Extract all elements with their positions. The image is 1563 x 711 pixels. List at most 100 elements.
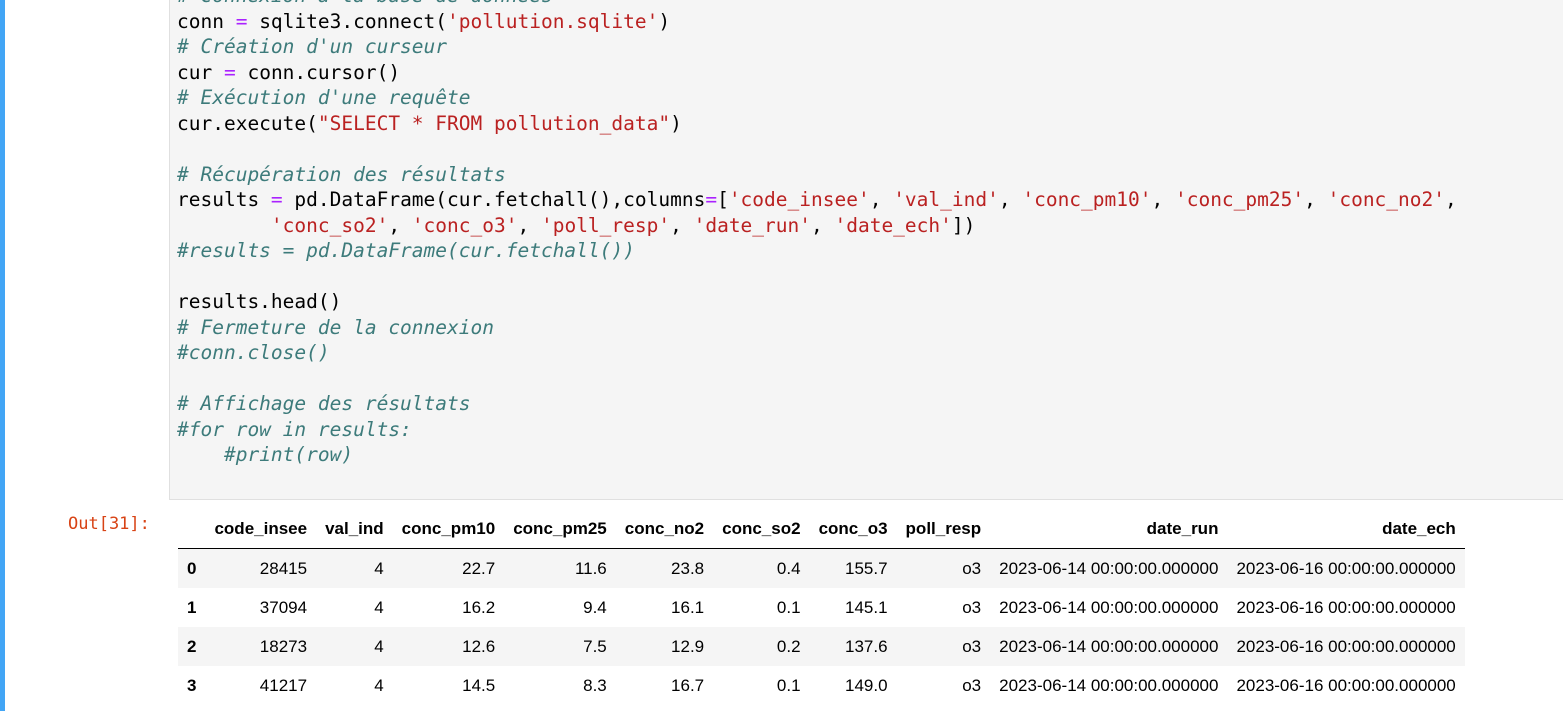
code-token: # Exécution d'une requête bbox=[177, 86, 471, 109]
table-cell: 18273 bbox=[259, 636, 308, 656]
table-cell: 2023-06-14 00:00:00.000000 bbox=[999, 636, 1219, 656]
code-token: , bbox=[1304, 188, 1328, 211]
table-cell: 9.4 bbox=[583, 597, 607, 617]
code-token: , bbox=[1151, 188, 1175, 211]
code-line: results = pd.DataFrame(cur.fetchall(),co… bbox=[177, 187, 1457, 213]
column-header-conc-o3: conc_o3 bbox=[809, 510, 897, 549]
table-cell: 16.2 bbox=[462, 597, 496, 617]
code-line: results.head() bbox=[177, 289, 1457, 315]
code-line: # Récupération des résultats bbox=[177, 162, 1457, 188]
code-token: results bbox=[177, 188, 271, 211]
table-cell: 0.2 bbox=[776, 636, 801, 656]
row-index: 3 bbox=[187, 675, 197, 695]
table-cell: 4 bbox=[374, 636, 384, 656]
table-cell: 8.3 bbox=[583, 675, 607, 695]
code-token: # Fermeture de la connexion bbox=[177, 315, 494, 339]
code-line: 'conc_so2', 'conc_o3', 'poll_resp', 'dat… bbox=[177, 213, 1457, 239]
table-cell: 155.7 bbox=[845, 558, 888, 578]
table-cell: 12.6 bbox=[462, 636, 496, 656]
code-line: cur.execute("SELECT * FROM pollution_dat… bbox=[177, 111, 1457, 137]
code-token: pd.DataFrame(cur.fetchall(),columns bbox=[282, 188, 706, 211]
code-token: conn.cursor() bbox=[235, 60, 401, 84]
code-token: conn bbox=[177, 9, 236, 33]
row-index: 2 bbox=[187, 636, 197, 656]
column-header-conc-no2: conc_no2 bbox=[615, 510, 714, 549]
table-cell: 16.1 bbox=[671, 597, 705, 617]
code-editor-text[interactable]: # Connexion à la base de données conn = s… bbox=[177, 0, 1457, 468]
row-index: 1 bbox=[187, 597, 197, 617]
table-cell: 2023-06-16 00:00:00.000000 bbox=[1236, 636, 1456, 656]
code-token: = bbox=[270, 188, 283, 211]
code-line: conn = sqlite3.connect('pollution.sqlite… bbox=[177, 9, 1457, 35]
code-token: # Connexion à la base de données bbox=[177, 0, 553, 7]
index-header bbox=[178, 510, 206, 549]
code-token: = bbox=[705, 188, 718, 211]
table-row: 0 28415 4 22.7 11.6 23.8 0.4 155.7 o3 2023-06-14 … bbox=[178, 548, 1465, 588]
code-token: #for row in results: bbox=[177, 417, 412, 441]
column-header-conc-so2: conc_so2 bbox=[713, 510, 810, 549]
column-header-poll-resp: poll_resp bbox=[896, 510, 991, 549]
code-token: , bbox=[388, 213, 412, 237]
code-token: , bbox=[869, 188, 894, 211]
code-line: cur = conn.cursor() bbox=[177, 60, 1457, 86]
code-line: #results = pd.DataFrame(cur.fetchall()) bbox=[177, 238, 1457, 264]
code-token: cur bbox=[177, 60, 224, 84]
code-token: , bbox=[517, 213, 541, 237]
code-token: 'conc_no2' bbox=[1327, 188, 1445, 211]
code-token: ) bbox=[670, 111, 682, 135]
code-line: # Création d'un curseur bbox=[177, 34, 1457, 60]
table-row: 1 37094 4 16.2 9.4 16.1 0.1 145.1 o3 2023-06-14 0… bbox=[178, 588, 1465, 627]
code-token: 'date_run' bbox=[693, 213, 811, 237]
code-token: # Affichage des résultats bbox=[177, 392, 471, 415]
code-line: #conn.close() bbox=[177, 340, 1457, 366]
table-cell: 2023-06-14 00:00:00.000000 bbox=[999, 558, 1219, 578]
table-cell: 41217 bbox=[259, 675, 308, 695]
table-cell: 23.8 bbox=[671, 558, 705, 578]
column-header-code-insee: code_insee bbox=[205, 510, 317, 549]
code-token: # Récupération des résultats bbox=[177, 162, 506, 186]
table-row: 2 18273 4 12.6 7.5 12.9 0.2 137.6 o3 2023-06-14 0… bbox=[178, 627, 1465, 666]
table-cell: 0.4 bbox=[776, 558, 801, 578]
table-cell: 2023-06-16 00:00:00.000000 bbox=[1236, 597, 1456, 617]
table-cell: 0.1 bbox=[776, 675, 801, 695]
table-header-row: code_insee val_ind conc_pm10 conc_pm25 conc_… bbox=[178, 510, 1465, 549]
column-header-conc-pm10: conc_pm10 bbox=[392, 510, 505, 549]
table-cell: 37094 bbox=[259, 597, 308, 617]
table-cell: o3 bbox=[962, 675, 982, 695]
table-cell: 2023-06-16 00:00:00.000000 bbox=[1236, 675, 1456, 695]
code-line: # Exécution d'une requête bbox=[177, 85, 1457, 111]
table-cell: 4 bbox=[374, 558, 384, 578]
table-cell: 22.7 bbox=[462, 558, 496, 578]
table-cell: 11.6 bbox=[574, 558, 607, 578]
table-cell: 4 bbox=[374, 597, 384, 617]
code-token: , bbox=[998, 188, 1023, 211]
code-token: 'code_insee' bbox=[728, 188, 870, 211]
code-token: [ bbox=[717, 188, 729, 211]
dataframe-output: code_insee val_ind conc_pm10 conc_pm25 conc_… bbox=[178, 510, 1465, 705]
code-token: #results = pd.DataFrame(cur.fetchall()) bbox=[177, 239, 635, 262]
code-token: #print(row) bbox=[223, 443, 354, 466]
code-token: ) bbox=[658, 9, 671, 33]
code-token: #conn.close() bbox=[177, 341, 330, 364]
table-cell: o3 bbox=[962, 558, 982, 578]
code-token: # Création d'un curseur bbox=[177, 35, 448, 58]
code-token: cur.execute( bbox=[177, 111, 318, 135]
table-cell: 28415 bbox=[259, 558, 308, 578]
column-header-date-ech: date_ech bbox=[1227, 510, 1465, 549]
column-header-conc-pm25: conc_pm25 bbox=[504, 510, 616, 549]
code-token: 'date_ech' bbox=[834, 213, 952, 237]
code-token: "SELECT * FROM pollution_data" bbox=[317, 111, 671, 135]
table-cell: 4 bbox=[374, 675, 384, 695]
table-cell: 14.5 bbox=[462, 675, 496, 695]
table-cell: 7.5 bbox=[583, 636, 607, 656]
code-token: 'conc_pm25' bbox=[1174, 188, 1305, 211]
code-token: sqlite3.connect( bbox=[247, 9, 448, 33]
code-token: 'conc_so2' bbox=[270, 213, 389, 237]
output-prompt: Out[31]: bbox=[68, 514, 150, 534]
table-cell: 145.1 bbox=[845, 597, 888, 617]
code-line: # Affichage des résultats bbox=[177, 391, 1457, 417]
